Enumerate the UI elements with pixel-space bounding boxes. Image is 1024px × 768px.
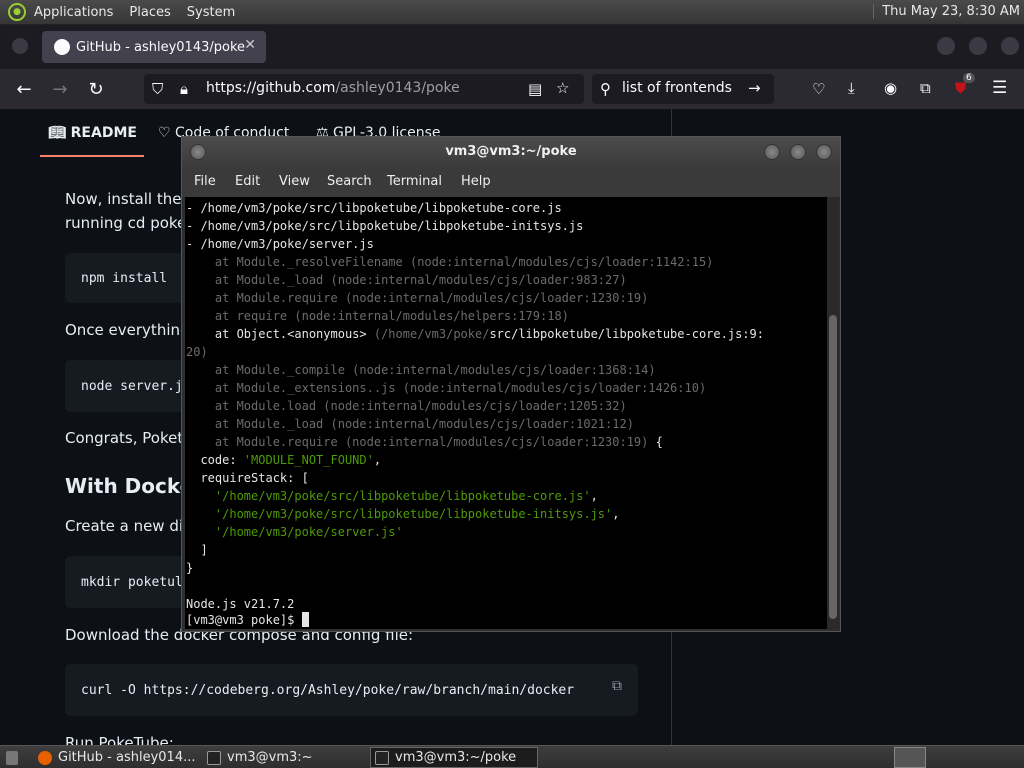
terminal-menu-help[interactable]: Help (461, 174, 491, 189)
tab-readme[interactable]: 📖︎ README (48, 125, 137, 141)
terminal-line: ] (186, 543, 208, 557)
menu-places[interactable]: Places (121, 5, 178, 20)
menu-applications[interactable]: Applications (26, 5, 121, 20)
copy-icon[interactable]: ⧉ (612, 678, 622, 694)
search-text: list of frontends (622, 80, 732, 96)
workspace-switcher[interactable] (894, 747, 926, 768)
distro-logo-icon[interactable]: ● (8, 3, 26, 21)
terminal-line: at Module._extensions..js (node:internal… (186, 381, 707, 395)
search-go-icon[interactable]: → (748, 79, 761, 97)
terminal-menu-terminal[interactable]: Terminal (387, 174, 442, 189)
close-window-icon[interactable] (1001, 37, 1019, 55)
hamburger-menu-icon[interactable]: ☰ (992, 78, 1007, 98)
tab-title: GitHub - ashley0143/poke (76, 39, 246, 55)
paragraph-congrats: Congrats, Poketu (65, 429, 193, 447)
extensions-icon[interactable]: ⧉ (920, 79, 931, 97)
terminal-icon (207, 750, 221, 765)
maximize-icon[interactable] (969, 37, 987, 55)
github-favicon-icon (54, 39, 70, 55)
terminal-window-menu-icon[interactable] (190, 144, 206, 160)
terminal-line: - /home/vm3/poke/src/libpoketube/libpoke… (186, 201, 562, 215)
top-panel: ● Applications Places System Thu May 23,… (0, 0, 1024, 25)
back-arrow-icon[interactable]: ← (12, 77, 36, 101)
terminal-cursor (301, 612, 309, 627)
url-bar[interactable]: ⛉ 🔒︎ https://github.com/ashley0143/poke … (144, 74, 584, 104)
paragraph-create-dir: Create a new dir (65, 517, 190, 535)
bottom-taskbar: GitHub - ashley014... vm3@vm3:~ vm3@vm3:… (0, 745, 1024, 768)
terminal-scroll-thumb[interactable] (829, 315, 837, 619)
terminal-menu-file[interactable]: File (194, 174, 216, 189)
firefox-icon (38, 750, 52, 765)
taskbar-item-terminal-home[interactable]: vm3@vm3:~ (203, 747, 369, 768)
terminal-maximize-icon[interactable] (790, 144, 806, 160)
terminal-prompt: [vm3@vm3 poke]$ (186, 613, 302, 627)
terminal-line: code: 'MODULE_NOT_FOUND', (186, 453, 382, 467)
extension-badge: 6 (963, 73, 975, 83)
search-icon: ⚲ (600, 80, 611, 98)
terminal-minimize-icon[interactable] (764, 144, 780, 160)
show-desktop-icon[interactable] (2, 747, 24, 768)
paragraph-once: Once everything (65, 321, 190, 339)
tab-overview-icon[interactable] (12, 38, 28, 54)
shield-icon[interactable]: ⛉ (152, 80, 163, 98)
terminal-line: - /home/vm3/poke/server.js (186, 237, 374, 251)
paragraph-run: Run PokeTube: (65, 734, 174, 745)
terminal-window[interactable]: vm3@vm3:~/poke File Edit View Search Ter… (181, 136, 841, 632)
terminal-line: at Module._compile (node:internal/module… (186, 363, 656, 377)
url-text: https://github.com/ashley0143/poke (206, 80, 460, 96)
terminal-line: at Module._load (node:internal/modules/c… (186, 273, 627, 287)
terminal-line: at Module.load (node:internal/modules/cj… (186, 399, 627, 413)
browser-tab-bar: GitHub - ashley0143/poke ✕ (0, 25, 1024, 69)
terminal-close-icon[interactable] (816, 144, 832, 160)
downloads-icon[interactable]: ⤓ (848, 79, 855, 97)
terminal-line: '/home/vm3/poke/src/libpoketube/libpoket… (214, 507, 620, 521)
terminal-titlebar[interactable]: vm3@vm3:~/poke (182, 137, 840, 167)
terminal-line: - /home/vm3/poke/src/libpoketube/libpoke… (186, 219, 584, 233)
terminal-title: vm3@vm3:~/poke (445, 144, 577, 159)
terminal-line: 20) (186, 345, 208, 359)
minimize-icon[interactable] (937, 37, 955, 55)
close-tab-icon[interactable]: ✕ (244, 37, 256, 53)
browser-tab-active[interactable]: GitHub - ashley0143/poke ✕ (42, 31, 266, 63)
terminal-line: at Object.<anonymous> (/home/vm3/poke/sr… (186, 327, 764, 341)
code-block-curl: curl -O https://codeberg.org/Ashley/poke… (65, 664, 638, 716)
taskbar-item-terminal-poke[interactable]: vm3@vm3:~/poke (370, 747, 538, 768)
terminal-line: at Module.require (node:internal/modules… (186, 435, 663, 449)
pocket-icon[interactable]: ♡ (812, 80, 825, 98)
terminal-menu-search[interactable]: Search (327, 174, 372, 189)
terminal-menu-edit[interactable]: Edit (235, 174, 260, 189)
paragraph-install-2: running cd poke) (65, 214, 193, 232)
terminal-line: requireStack: [ (186, 471, 309, 485)
terminal-menubar: File Edit View Search Terminal Help (182, 167, 840, 197)
account-icon[interactable]: ◉ (884, 79, 897, 97)
paragraph-install-1: Now, install the r (65, 190, 193, 208)
terminal-prompt-line: [vm3@vm3 poke]$ (186, 611, 309, 629)
forward-arrow-icon[interactable]: → (48, 77, 72, 101)
terminal-line: '/home/vm3/poke/server.js' (214, 525, 403, 539)
terminal-output[interactable]: - /home/vm3/poke/src/libpoketube/libpoke… (185, 197, 827, 629)
terminal-line: at Module.require (node:internal/modules… (186, 291, 649, 305)
taskbar-item-browser[interactable]: GitHub - ashley014... (34, 747, 200, 768)
bookmark-star-icon[interactable]: ☆ (556, 79, 569, 97)
terminal-line: at Module._resolveFilename (node:interna… (186, 255, 714, 269)
search-bar[interactable]: ⚲ list of frontends → (592, 74, 774, 104)
reader-view-icon[interactable]: ▤ (528, 80, 542, 98)
reload-icon[interactable]: ↻ (84, 77, 108, 101)
lock-icon[interactable]: 🔒︎ (180, 80, 188, 98)
terminal-icon (375, 750, 389, 765)
terminal-line: } (186, 561, 194, 575)
terminal-menu-view[interactable]: View (279, 174, 310, 189)
terminal-line: at Module._load (node:internal/modules/c… (186, 417, 634, 431)
tab-readme-underline (40, 155, 144, 157)
menu-system[interactable]: System (179, 5, 243, 20)
terminal-scrollbar[interactable] (827, 197, 839, 629)
browser-nav-bar: ← → ↻ ⛉ 🔒︎ https://github.com/ashley0143… (0, 69, 1024, 109)
terminal-line: at require (node:internal/modules/helper… (186, 309, 569, 323)
panel-clock[interactable]: Thu May 23, 8:30 AM (873, 4, 1020, 19)
terminal-line: '/home/vm3/poke/src/libpoketube/libpoket… (214, 489, 598, 503)
